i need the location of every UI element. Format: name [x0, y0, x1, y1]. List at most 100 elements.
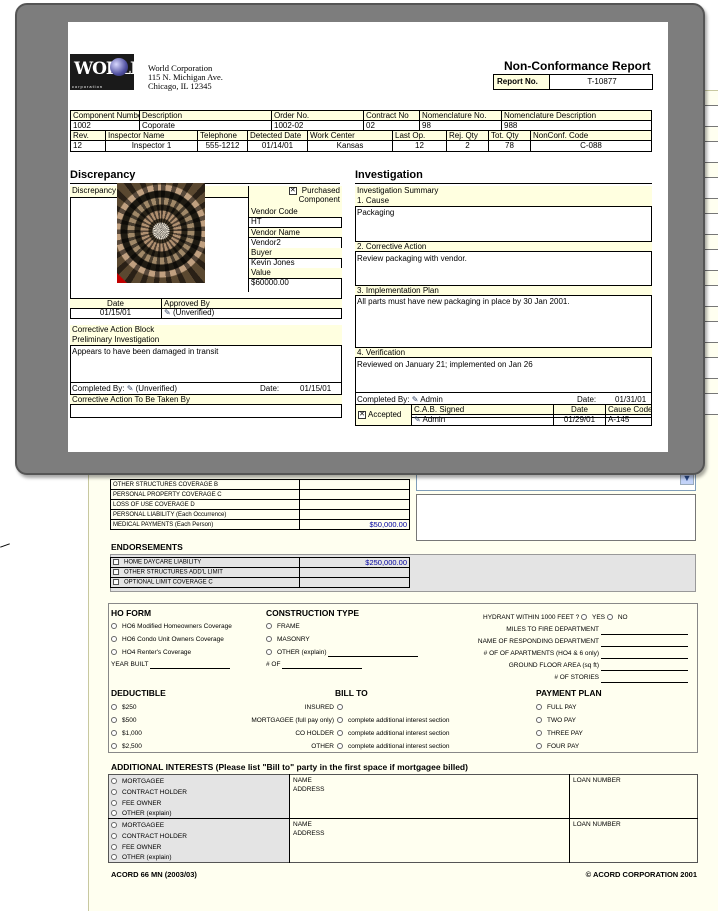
ca-text[interactable]: Review packaging with vendor.	[357, 254, 467, 264]
table-cell[interactable]: 01/14/01	[248, 140, 308, 152]
radio[interactable]	[337, 704, 343, 711]
radio[interactable]	[111, 800, 117, 807]
value-value[interactable]: $60000.00	[248, 278, 342, 292]
table-cell[interactable]: 2	[447, 140, 489, 152]
radio-no[interactable]	[606, 614, 613, 621]
ca-label: 2. Corrective Action	[355, 241, 652, 252]
radio[interactable]	[337, 717, 343, 724]
company-address: World Corporation 115 N. Michigan Ave. C…	[148, 63, 223, 91]
completed-date[interactable]: 01/15/01	[300, 384, 331, 394]
radio-yes[interactable]	[581, 614, 588, 621]
dept-input[interactable]	[601, 646, 688, 647]
deductible-option[interactable]: $250	[111, 704, 136, 712]
date-value[interactable]: 01/15/01	[70, 308, 162, 319]
radio[interactable]	[266, 636, 272, 643]
sign-date-value[interactable]: 01/29/01	[553, 414, 606, 426]
billto-option[interactable]: complete additional interest section	[337, 730, 450, 738]
checkbox[interactable]	[113, 579, 119, 586]
radio[interactable]	[111, 778, 117, 785]
billto-option[interactable]	[337, 704, 348, 712]
floor-area-input[interactable]	[601, 670, 688, 671]
construction-option[interactable]: OTHER (explain)	[266, 649, 419, 657]
billto-option[interactable]: complete additional interest section	[337, 717, 450, 725]
apartments-input[interactable]	[601, 658, 688, 659]
cab-signed-value[interactable]: ✎ Admin	[411, 414, 554, 426]
radio[interactable]	[111, 833, 117, 840]
table-cell[interactable]: 78	[489, 140, 531, 152]
billto-option[interactable]: complete additional interest section	[337, 743, 450, 751]
radio[interactable]	[111, 822, 117, 829]
ca-taken-by-label: Corrective Action To Be Taken By	[70, 394, 342, 405]
checkbox[interactable]	[113, 569, 119, 576]
table-cell[interactable]: 555-1212	[198, 140, 248, 152]
deductible-option[interactable]: $2,500	[111, 743, 142, 751]
num-of-input[interactable]	[282, 661, 363, 669]
divider	[70, 183, 340, 184]
verification-text[interactable]: Reviewed on January 21; implemented on J…	[357, 360, 533, 370]
ai-option[interactable]: MORTGAGEE	[111, 822, 164, 830]
ho-form-option[interactable]: HO6 Modified Homeowners Coverage	[111, 623, 232, 631]
plan-text[interactable]: All parts must have new packaging in pla…	[357, 297, 570, 307]
ai-option[interactable]: CONTRACT HOLDER	[111, 789, 187, 797]
radio[interactable]	[111, 649, 117, 656]
cause-code-value[interactable]: A-145	[605, 414, 652, 426]
table-cell[interactable]: Kansas	[308, 140, 393, 152]
radio[interactable]	[111, 789, 117, 796]
endorsements-table: HOME DAYCARE LIABILITY $250,000.00 OTHER …	[110, 557, 410, 588]
ho-form-option[interactable]: HO6 Condo Unit Owners Coverage	[111, 636, 224, 644]
deductible-option[interactable]: $500	[111, 717, 136, 725]
radio[interactable]	[536, 743, 542, 750]
radio[interactable]	[536, 730, 542, 737]
table-cell[interactable]: 12	[70, 140, 106, 152]
ai-option[interactable]: OTHER (explain)	[111, 810, 171, 818]
ai-option[interactable]: MORTGAGEE	[111, 778, 164, 786]
year-built-input[interactable]	[150, 661, 231, 669]
radio[interactable]	[337, 730, 343, 737]
radio[interactable]	[266, 623, 272, 630]
payment-option[interactable]: FOUR PAY	[536, 743, 579, 751]
construction-option[interactable]: MASONRY	[266, 636, 310, 644]
approved-by-value[interactable]: ✎ (Unverified)	[162, 308, 282, 319]
ho-form-option[interactable]: HO4 Renter's Coverage	[111, 649, 191, 657]
table-row: PERSONAL LIABILITY (Each Occurrence)	[110, 509, 410, 520]
purchased-component[interactable]: ✕ Purchased Component	[248, 186, 342, 208]
ai-option[interactable]: CONTRACT HOLDER	[111, 833, 187, 841]
prelim-text[interactable]: Appears to have been damaged in transit	[72, 347, 218, 357]
radio[interactable]	[266, 649, 272, 656]
radio[interactable]	[111, 854, 117, 861]
cause-text[interactable]: Packaging	[357, 208, 394, 218]
construction-option[interactable]: FRAME	[266, 623, 300, 631]
radio[interactable]	[111, 704, 117, 711]
notes-area[interactable]	[416, 494, 696, 541]
radio[interactable]	[337, 743, 343, 750]
checked-box-icon[interactable]: ✕	[358, 410, 366, 419]
ai-option[interactable]: FEE OWNER	[111, 800, 161, 808]
accepted-checkbox[interactable]: ✕ Accepted	[355, 404, 412, 426]
miles-input[interactable]	[601, 634, 688, 635]
report-no-value[interactable]: T-10877	[554, 77, 650, 87]
payment-option[interactable]: FULL PAY	[536, 704, 577, 712]
radio[interactable]	[111, 717, 117, 724]
radio[interactable]	[111, 810, 117, 817]
payment-option[interactable]: TWO PAY	[536, 717, 576, 725]
table-cell[interactable]: 12	[393, 140, 447, 152]
radio[interactable]	[111, 636, 117, 643]
radio[interactable]	[536, 704, 542, 711]
deductible-option[interactable]: $1,000	[111, 730, 142, 738]
ai-option[interactable]: FEE OWNER	[111, 844, 161, 852]
radio[interactable]	[111, 623, 117, 630]
radio[interactable]	[111, 743, 117, 750]
radio[interactable]	[111, 844, 117, 851]
ai-option[interactable]: OTHER (explain)	[111, 854, 171, 862]
table-cell[interactable]: C-088	[531, 140, 652, 152]
radio[interactable]	[111, 730, 117, 737]
payment-option[interactable]: THREE PAY	[536, 730, 583, 738]
table-cell[interactable]: Inspector 1	[106, 140, 198, 152]
table-row: OPTIONAL LIMIT COVERAGE C	[110, 577, 410, 588]
radio[interactable]	[536, 717, 542, 724]
checked-box-icon[interactable]: ✕	[288, 186, 297, 195]
checkbox[interactable]	[113, 559, 119, 566]
stories-input[interactable]	[601, 682, 688, 683]
other-explain-input[interactable]	[328, 649, 419, 657]
floor-area-label: GROUND FLOOR AREA (sq ft)	[508, 662, 599, 669]
